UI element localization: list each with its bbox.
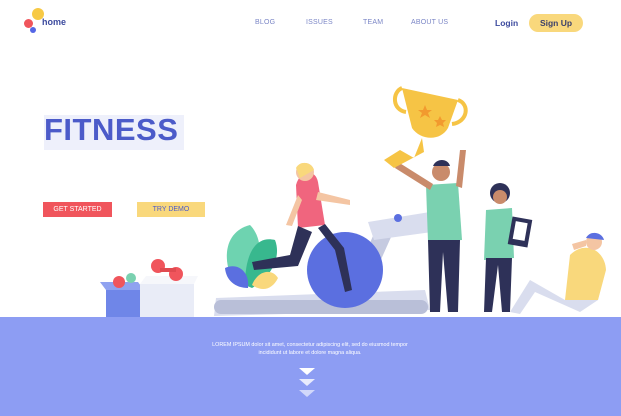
landing-page: home BLOG ISSUES TEAM ABOUT US Login Sig… xyxy=(0,0,621,416)
logo-text[interactable]: home xyxy=(42,17,66,27)
nav-blog[interactable]: BLOG xyxy=(255,19,275,26)
trophy-icon xyxy=(384,86,468,168)
footer-text: LOREM IPSUM dolor sit amet, consectetur … xyxy=(195,342,425,357)
login-link[interactable]: Login xyxy=(495,18,518,28)
logo-dot-blue xyxy=(30,27,36,33)
footer-text-line-1: LOREM IPSUM dolor sit amet, consectetur … xyxy=(212,342,408,348)
fitness-illustration xyxy=(100,86,606,318)
nav-about-us[interactable]: ABOUT US xyxy=(411,19,448,26)
nav-issues[interactable]: ISSUES xyxy=(306,19,333,26)
boxes-icon xyxy=(100,259,198,318)
scroll-down-icon[interactable] xyxy=(297,366,317,402)
footer-text-line-2: incididunt ut labore et dolore magna ali… xyxy=(258,349,362,356)
signup-button[interactable]: Sign Up xyxy=(529,14,583,32)
nav-team[interactable]: TEAM xyxy=(363,19,383,26)
plant-icon xyxy=(225,225,278,290)
